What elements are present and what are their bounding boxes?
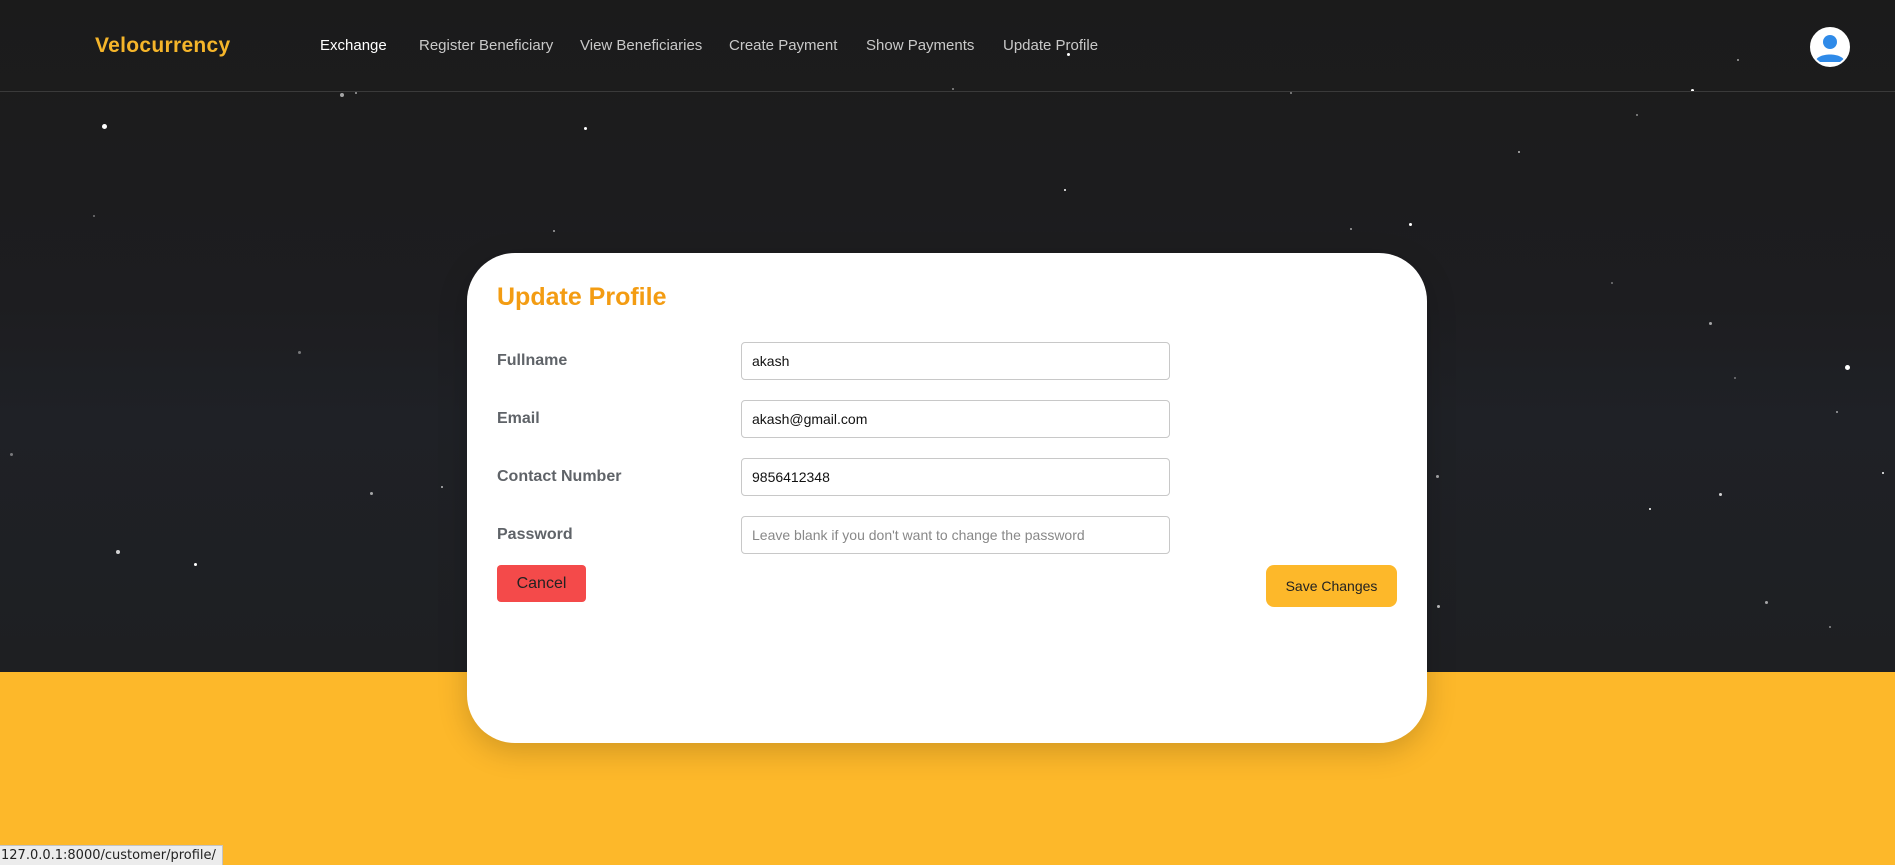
nav-view-beneficiaries[interactable]: View Beneficiaries [580, 37, 702, 54]
nav-update-profile[interactable]: Update Profile [1003, 37, 1098, 54]
star [1518, 151, 1520, 153]
star [1836, 411, 1838, 413]
star [10, 453, 13, 456]
password-label: Password [497, 526, 573, 543]
star [1882, 472, 1884, 474]
nav-show-payments[interactable]: Show Payments [866, 37, 974, 54]
avatar-person-icon [1812, 29, 1848, 65]
star [370, 492, 373, 495]
top-navbar: Velocurrency Exchange Register Beneficia… [0, 0, 1895, 92]
fullname-field[interactable] [741, 342, 1170, 380]
save-changes-button[interactable]: Save Changes [1266, 565, 1397, 607]
star [1064, 189, 1066, 191]
page-title: Update Profile [497, 283, 667, 311]
star [194, 563, 197, 566]
email-field[interactable] [741, 400, 1170, 438]
password-field[interactable] [741, 516, 1170, 554]
star [1611, 282, 1613, 284]
star [1709, 322, 1712, 325]
star [584, 127, 587, 130]
star [1290, 92, 1292, 94]
star [1436, 475, 1439, 478]
star [1734, 377, 1736, 379]
nav-exchange[interactable]: Exchange [320, 37, 387, 54]
brand-logo[interactable]: Velocurrency [95, 34, 231, 58]
star [93, 215, 95, 217]
star [340, 93, 344, 97]
star [1649, 508, 1651, 510]
star [1845, 365, 1850, 370]
user-avatar-icon[interactable] [1810, 27, 1850, 67]
update-profile-card: Update Profile Fullname Email Contact Nu… [467, 253, 1427, 743]
star [355, 92, 357, 94]
star [1409, 223, 1412, 226]
star [1829, 626, 1831, 628]
star [1350, 228, 1352, 230]
email-label: Email [497, 410, 540, 427]
fullname-label: Fullname [497, 352, 568, 369]
star [1719, 493, 1722, 496]
star [102, 124, 107, 129]
contact-number-label: Contact Number [497, 468, 622, 485]
cancel-button[interactable]: Cancel [497, 565, 586, 602]
star [116, 550, 120, 554]
contact-number-field[interactable] [741, 458, 1170, 496]
star [553, 230, 555, 232]
nav-register-beneficiary[interactable]: Register Beneficiary [419, 37, 553, 54]
star [1437, 605, 1440, 608]
star [441, 486, 443, 488]
star [1765, 601, 1768, 604]
nav-create-payment[interactable]: Create Payment [729, 37, 837, 54]
star [298, 351, 301, 354]
status-bar-url: 127.0.0.1:8000/customer/profile/ [0, 845, 223, 865]
star [1636, 114, 1638, 116]
